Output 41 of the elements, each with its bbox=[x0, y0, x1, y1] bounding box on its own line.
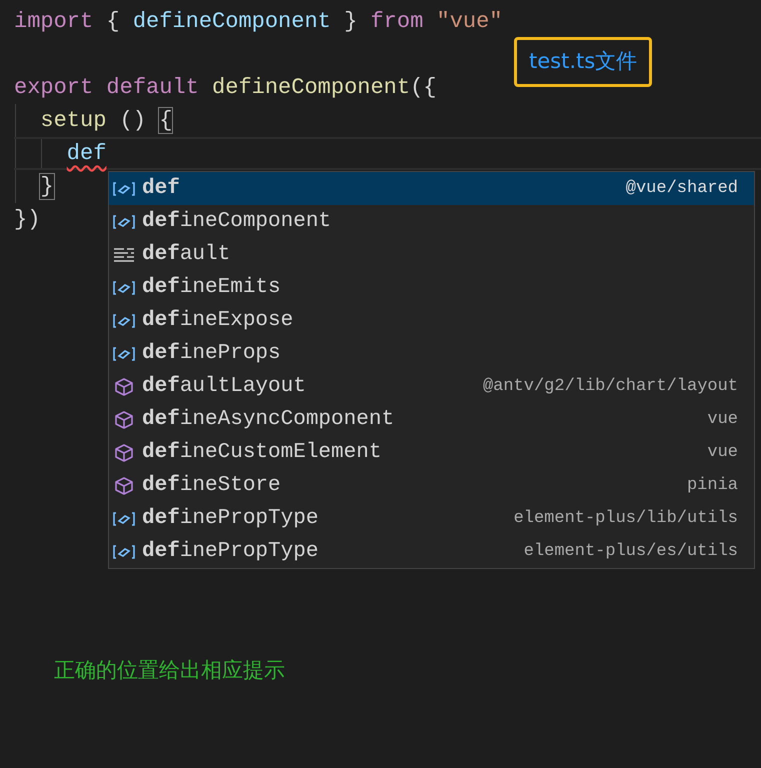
suggestion-detail: vue bbox=[707, 408, 738, 431]
suggestion-item[interactable]: definePropType element-plus/lib/utils bbox=[109, 502, 754, 535]
suggestion-item[interactable]: defineExpose bbox=[109, 304, 754, 337]
cube-icon bbox=[112, 376, 136, 396]
suggestion-item[interactable]: defaultLayout @antv/g2/lib/chart/layout bbox=[109, 370, 754, 403]
code-token: { bbox=[105, 9, 121, 34]
cube-icon bbox=[112, 410, 136, 430]
code-token: } bbox=[343, 9, 358, 34]
suggestion-item[interactable]: defineProps bbox=[109, 337, 754, 370]
code-token: setup bbox=[40, 108, 106, 133]
cube-icon bbox=[112, 476, 136, 496]
suggestion-detail: @antv/g2/lib/chart/layout bbox=[482, 376, 738, 398]
code-token: () bbox=[118, 108, 148, 133]
code-token: "vue" bbox=[435, 9, 503, 34]
code-token: defineComponent bbox=[132, 9, 331, 34]
suggestion-detail: @vue/shared bbox=[626, 178, 738, 200]
suggestion-detail: element-plus/lib/utils bbox=[514, 508, 738, 530]
suggestion-detail: pinia bbox=[686, 474, 738, 497]
suggestion-item[interactable]: defineCustomElement vue bbox=[109, 436, 754, 469]
suggestion-detail: element-plus/es/utils bbox=[524, 540, 738, 563]
caption: 正确的位置给出相应提示 bbox=[54, 657, 285, 684]
suggestion-item[interactable]: defineStore pinia bbox=[109, 469, 754, 502]
suggestion-item[interactable]: default bbox=[109, 238, 754, 271]
code-token: export bbox=[14, 75, 94, 100]
suggestion-item[interactable]: defineAsyncComponent vue bbox=[109, 403, 754, 436]
cube-icon bbox=[112, 442, 136, 462]
suggestion-item[interactable]: defineEmits bbox=[109, 271, 754, 304]
file-callout: test.ts文件 bbox=[514, 37, 652, 86]
suggestion-item[interactable]: defineComponent bbox=[109, 205, 754, 238]
code-token: }) bbox=[14, 207, 40, 232]
code-token: { bbox=[159, 108, 172, 133]
suggestion-item[interactable]: def @vue/shared bbox=[109, 172, 754, 205]
code-token: default bbox=[105, 75, 199, 100]
code-token: from bbox=[370, 9, 424, 34]
code-token: } bbox=[40, 174, 54, 199]
suggestion-item[interactable]: definePropType element-plus/es/utils bbox=[109, 535, 754, 568]
code-token: import bbox=[14, 9, 94, 34]
code-token: defineComponent bbox=[211, 75, 410, 100]
error-token: def bbox=[66, 141, 106, 166]
suggestion-detail: vue bbox=[707, 442, 738, 464]
code-token: ({ bbox=[410, 75, 436, 100]
